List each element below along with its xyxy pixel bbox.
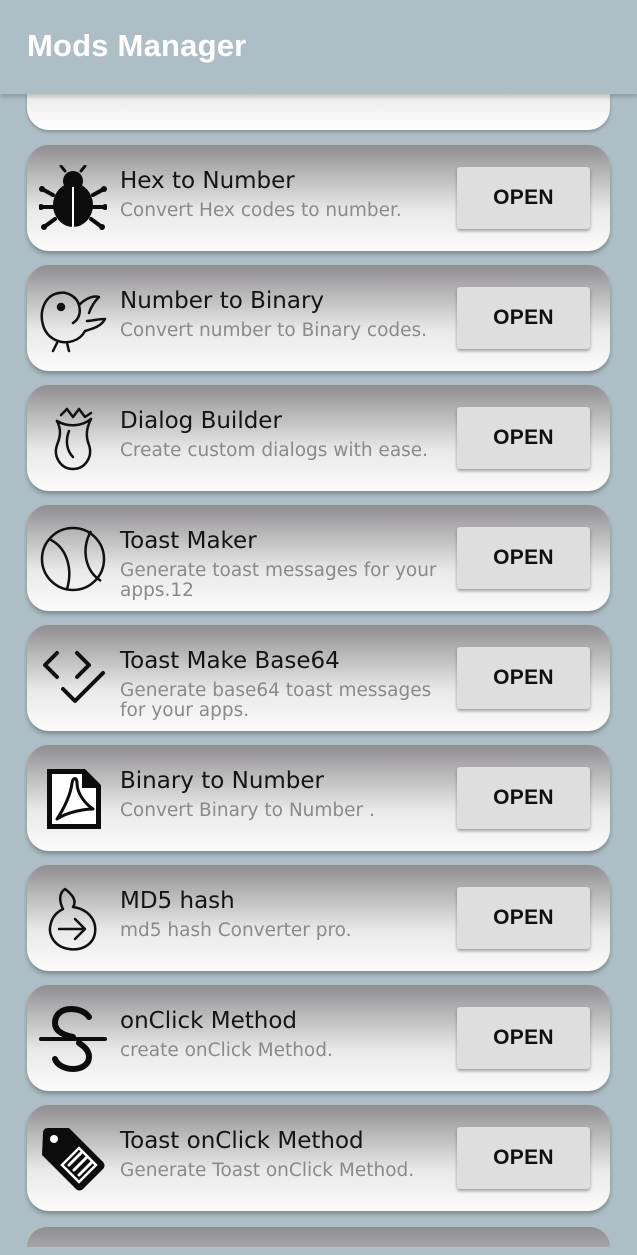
list-item-number-to-binary[interactable]: Number to Binary Convert number to Binar… xyxy=(27,265,610,371)
ball-icon xyxy=(39,525,107,593)
open-button[interactable]: OPEN xyxy=(457,1007,590,1069)
tag-icon xyxy=(39,1125,107,1193)
rose-icon xyxy=(39,405,107,473)
list-item-hex-to-number[interactable]: Hex to Number Convert Hex codes to numbe… xyxy=(27,145,610,251)
list-item-partial-bottom[interactable] xyxy=(27,1227,610,1247)
item-subtitle: create onClick Method. xyxy=(120,1040,333,1061)
code-check-icon xyxy=(39,645,107,713)
list-item-md5-hash[interactable]: MD5 hash md5 hash Converter pro. OPEN xyxy=(27,865,610,971)
open-button[interactable]: OPEN xyxy=(457,167,590,229)
item-title: Dialog Builder xyxy=(120,408,282,434)
item-title: Toast Make Base64 xyxy=(120,648,340,674)
item-subtitle: Generate base64 toast messages for your … xyxy=(120,680,432,721)
open-button[interactable]: OPEN xyxy=(457,767,590,829)
list-item-onclick-method[interactable]: onClick Method create onClick Method. OP… xyxy=(27,985,610,1091)
list-item-binary-to-number[interactable]: Binary to Number Convert Binary to Numbe… xyxy=(27,745,610,851)
item-subtitle: Generate toast messages for your apps.12 xyxy=(120,560,437,601)
open-button[interactable]: OPEN xyxy=(457,1127,590,1189)
item-subtitle: Generate Toast onClick Method. xyxy=(120,1160,415,1181)
app-bar: Mods Manager xyxy=(0,0,637,94)
app-title: Mods Manager xyxy=(27,28,247,63)
item-subtitle: Convert Binary to Number . xyxy=(120,800,375,821)
open-button[interactable]: OPEN xyxy=(457,527,590,589)
item-subtitle: md5 hash Converter pro. xyxy=(120,920,352,941)
item-title: Toast Maker xyxy=(120,528,257,554)
item-title: onClick Method xyxy=(120,1008,298,1034)
open-button[interactable]: OPEN xyxy=(457,647,590,709)
item-subtitle: Create custom dialogs with ease. xyxy=(120,440,429,461)
item-title: Hex to Number xyxy=(120,168,295,194)
item-title: MD5 hash xyxy=(120,888,235,914)
hand-arrow-icon xyxy=(39,885,107,953)
pdf-icon xyxy=(39,765,107,833)
list-item-partial[interactable] xyxy=(27,94,610,130)
item-title: Number to Binary xyxy=(120,288,325,314)
list-item-dialog-builder[interactable]: Dialog Builder Create custom dialogs wit… xyxy=(27,385,610,491)
open-button[interactable]: OPEN xyxy=(457,887,590,949)
open-button[interactable]: OPEN xyxy=(457,287,590,349)
list-item-toast-onclick-method[interactable]: Toast onClick Method Generate Toast onCl… xyxy=(27,1105,610,1211)
list-item-toast-make-base64[interactable]: Toast Make Base64 Generate base64 toast … xyxy=(27,625,610,731)
mods-list[interactable]: Hex to Number Convert Hex codes to numbe… xyxy=(0,94,637,1255)
list-item-toast-maker[interactable]: Toast Maker Generate toast messages for … xyxy=(27,505,610,611)
item-subtitle: Convert Hex codes to number. xyxy=(120,200,402,221)
item-title: Binary to Number xyxy=(120,768,325,794)
item-subtitle: Convert number to Binary codes. xyxy=(120,320,428,341)
bug-icon xyxy=(39,165,107,233)
open-button[interactable]: OPEN xyxy=(457,407,590,469)
strikethrough-s-icon xyxy=(39,1005,107,1073)
item-title: Toast onClick Method xyxy=(120,1128,364,1154)
bird-icon xyxy=(39,285,107,353)
